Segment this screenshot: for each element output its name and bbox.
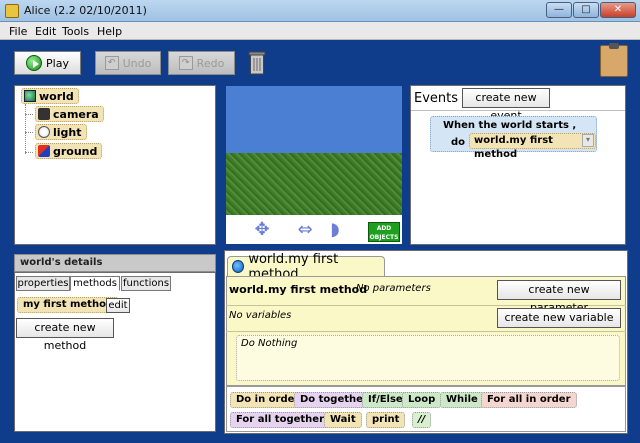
- tree-connector: [25, 104, 26, 154]
- do-nothing-label: Do Nothing: [241, 338, 298, 349]
- tree-item-world[interactable]: world: [21, 88, 79, 104]
- control-loop[interactable]: Loop: [402, 392, 442, 408]
- event-trigger-label: When the world starts ,: [443, 120, 577, 131]
- lightbulb-icon: [38, 126, 50, 138]
- tree-connector: [25, 152, 33, 153]
- tab-methods[interactable]: methods: [70, 276, 120, 291]
- redo-button[interactable]: ↷ Redo: [168, 51, 235, 75]
- control-for-all-together[interactable]: For all together: [230, 412, 330, 428]
- window-title: Alice (2.2 02/10/2011): [24, 4, 147, 17]
- tree-connector: [25, 114, 33, 115]
- no-variables-label: No variables: [229, 310, 292, 321]
- no-parameters-label: No parameters: [356, 283, 431, 294]
- create-new-event-button[interactable]: create new event: [462, 88, 550, 122]
- maximize-button[interactable]: □: [573, 2, 599, 18]
- event-do-label: do: [451, 137, 466, 148]
- event-block[interactable]: When the world starts , do world.my firs…: [430, 116, 597, 160]
- details-title: world's details: [14, 254, 216, 272]
- event-method-chip[interactable]: world.my first method: [469, 133, 596, 160]
- editor-divider: [226, 331, 626, 332]
- undo-icon: ↶: [104, 56, 119, 70]
- play-button[interactable]: Play: [14, 51, 81, 75]
- create-new-variable-button[interactable]: create new variable: [497, 308, 621, 328]
- tree-item-camera[interactable]: camera: [35, 106, 104, 122]
- create-new-method-button[interactable]: create new method: [16, 318, 114, 352]
- redo-icon: ↷: [178, 56, 193, 70]
- close-button[interactable]: ✕: [600, 2, 636, 18]
- title-bar: Alice (2.2 02/10/2011) — □ ✕: [0, 0, 640, 22]
- tab-functions[interactable]: functions: [121, 276, 171, 291]
- create-new-parameter-button[interactable]: create new parameter: [497, 280, 621, 314]
- method-body-dropzone[interactable]: Do Nothing: [236, 335, 620, 381]
- control-wait[interactable]: Wait: [324, 412, 362, 428]
- tree-item-label: camera: [53, 107, 99, 121]
- trash-icon[interactable]: [247, 49, 267, 75]
- tab-properties[interactable]: properties: [16, 276, 70, 291]
- menu-tools[interactable]: Tools: [62, 25, 89, 38]
- alice-app-icon: [5, 4, 19, 18]
- add-objects-button[interactable]: ADD OBJECTS: [368, 222, 400, 242]
- camera-pan-arrows-icon[interactable]: ⇔: [285, 219, 325, 241]
- tree-item-ground[interactable]: ground: [35, 143, 103, 159]
- clipboard-icon[interactable]: [600, 43, 628, 77]
- method-item-my-first-method[interactable]: my first method: [17, 297, 120, 313]
- edit-method-button[interactable]: edit: [106, 298, 130, 313]
- control-for-all-in-order[interactable]: For all in order: [481, 392, 577, 408]
- scene-ground[interactable]: [226, 153, 402, 215]
- chevron-down-icon[interactable]: ▾: [582, 134, 594, 147]
- tab-world-my-first-method[interactable]: world.my first method: [227, 252, 385, 282]
- play-icon: [26, 55, 43, 71]
- menu-help[interactable]: Help: [97, 25, 122, 38]
- menu-bar: File Edit Tools Help: [0, 22, 640, 40]
- tree-item-label: light: [53, 125, 82, 139]
- control-while[interactable]: While: [440, 392, 484, 408]
- menu-file[interactable]: File: [9, 25, 27, 38]
- menu-edit[interactable]: Edit: [35, 25, 56, 38]
- tree-item-label: ground: [53, 144, 98, 158]
- camera-tilt-icon[interactable]: ◗: [325, 219, 345, 241]
- control-comment[interactable]: //: [412, 412, 432, 428]
- undo-label: Undo: [122, 56, 152, 70]
- control-print[interactable]: print: [366, 412, 406, 428]
- minimize-button[interactable]: —: [546, 2, 572, 18]
- tree-item-label: world: [39, 89, 74, 103]
- undo-button[interactable]: ↶ Undo: [95, 51, 161, 75]
- scene-sky[interactable]: [226, 86, 402, 153]
- method-name-label: world.my first method: [229, 283, 368, 296]
- ground-icon: [38, 145, 50, 157]
- redo-label: Redo: [196, 56, 225, 70]
- world-icon: [24, 90, 36, 102]
- tree-connector: [25, 132, 33, 133]
- camera-icon: [38, 108, 50, 120]
- events-title: Events: [414, 91, 459, 106]
- method-globe-icon: [232, 260, 245, 273]
- tree-item-light[interactable]: light: [35, 124, 87, 140]
- camera-move-arrows-icon[interactable]: ✥: [248, 219, 276, 241]
- play-label: Play: [46, 56, 69, 70]
